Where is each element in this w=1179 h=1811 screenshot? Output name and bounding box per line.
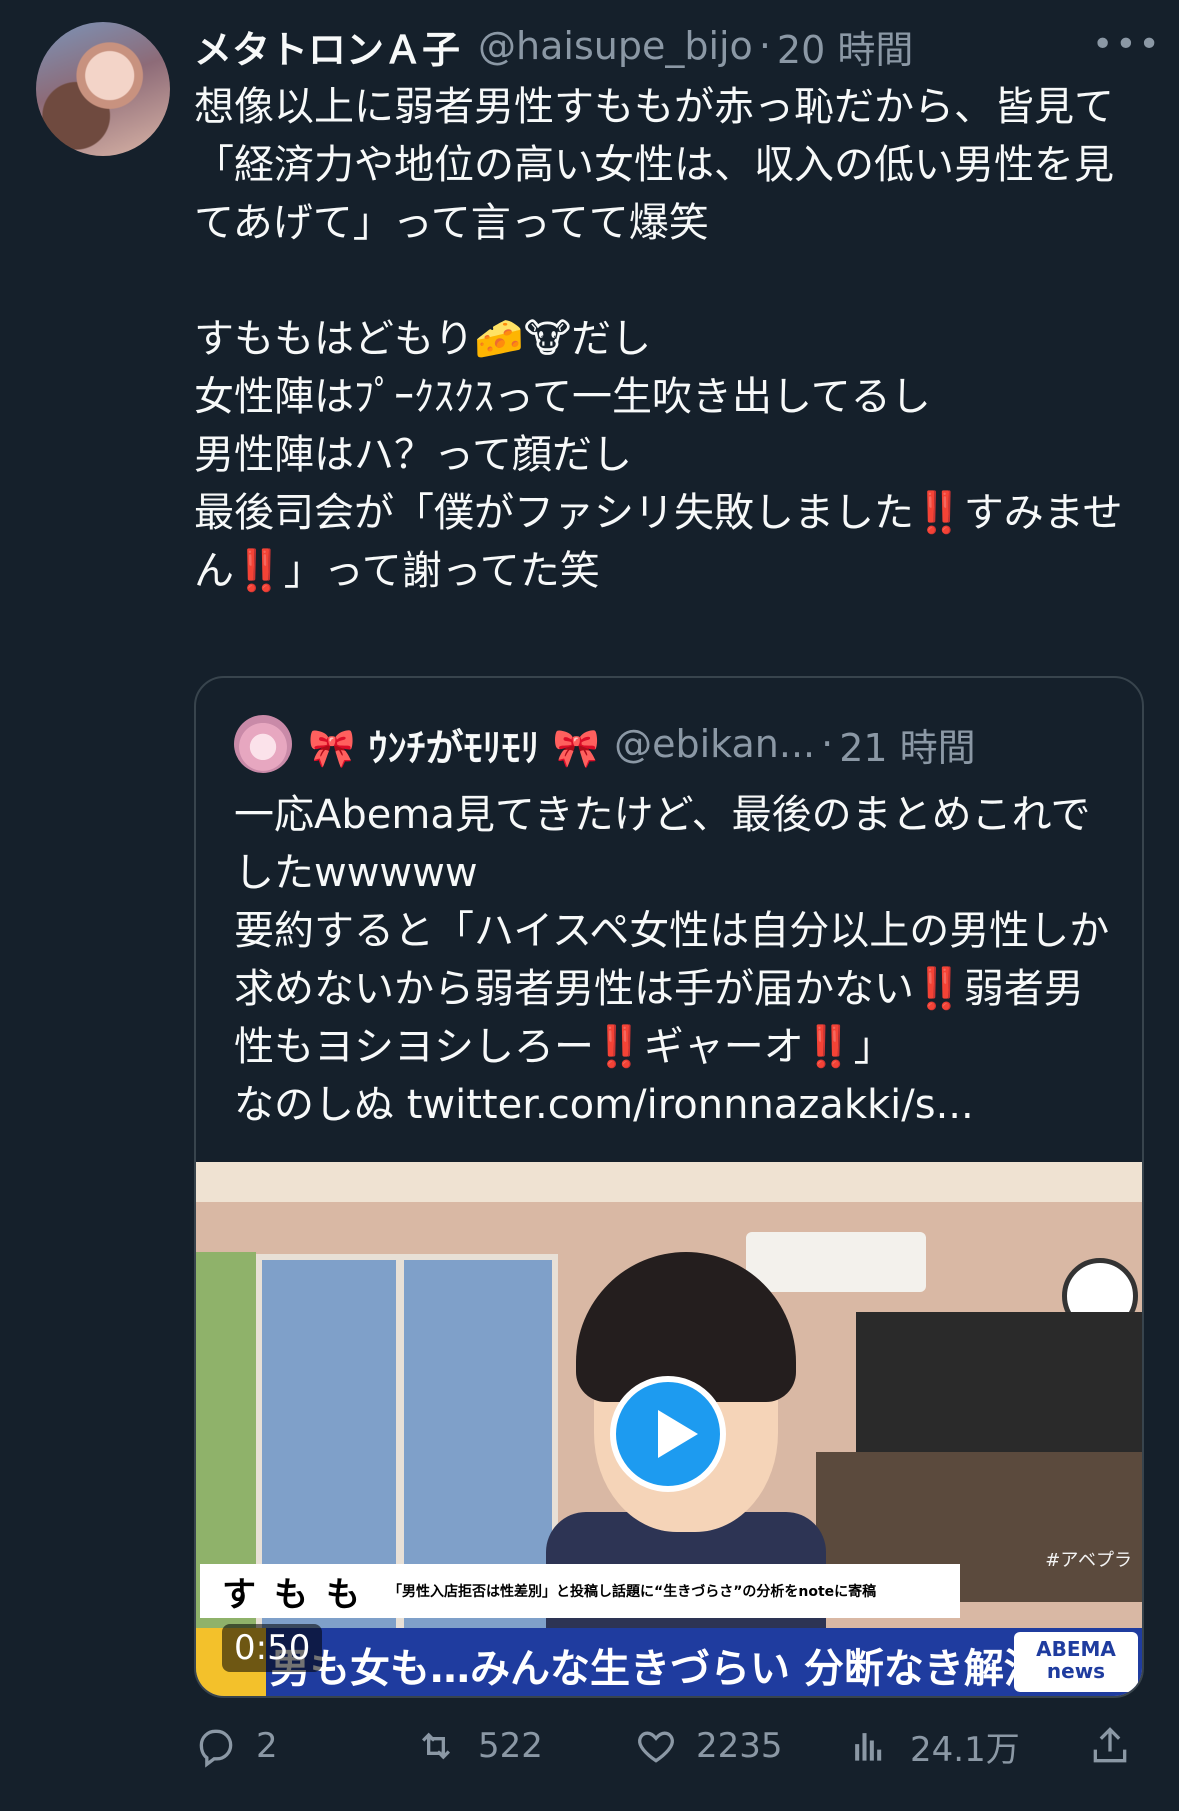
retweet-button[interactable]: 522 [412,1716,543,1776]
reply-icon [199,1729,233,1768]
ceiling [196,1162,1142,1202]
retweet-icon [421,1732,451,1760]
views-icon [855,1733,882,1761]
banner-text: 男も女も…みんな生きづらい 分断なき解消法 [270,1646,1084,1692]
share-icon [1093,1727,1127,1763]
quoted-tweet[interactable]: 🎀 ｳﾝﾁがﾓﾘﾓﾘ 🎀 @ebikan... · 21 時間 一応Abema見… [194,676,1144,1698]
quoted-author-avatar[interactable] [234,715,292,773]
tweet-header: メタトロンＡ子 @haisupe_bijo · 20 時間 [194,18,1159,74]
video-caption-bar: すもも 「男性入店拒否は性差別」と投稿し話題に“生きづらさ”の分析をnoteに寄… [200,1564,960,1618]
more-icon[interactable]: ••• [1092,24,1179,65]
views-count: 24.1万 [910,1729,1020,1770]
video-duration: 0:50 [222,1624,323,1672]
reply-count: 2 [256,1726,278,1766]
retweet-count: 522 [478,1726,543,1766]
video-bottom-banner: 男も女も…みんな生きづらい 分断なき解消法 ABEMA news [196,1628,1142,1696]
quoted-tweet-text: 一応Abema見てきたけど、最後のまとめこれでしたwwwww 要約すると「ハイス… [234,792,1110,1128]
quoted-tweet-time: 21 時間 [839,725,976,770]
tweet-time[interactable]: 20 時間 [777,19,913,74]
quoted-header-separator: · [821,722,834,766]
quoted-author-display-name: 🎀 ｳﾝﾁがﾓﾘﾓﾘ 🎀 [308,725,601,770]
hashtag-watermark: #アベプラ [1045,1550,1132,1571]
header-separator: · [758,24,771,68]
caption-subtitle: 「男性入店拒否は性差別」と投稿し話題に“生きづらさ”の分析をnoteに寄稿 [388,1584,877,1600]
tweet-actions: 2 522 2235 24.1万 [194,1716,1140,1776]
reply-button[interactable]: 2 [194,1716,278,1776]
like-button[interactable]: 2235 [634,1716,783,1776]
abema-news-logo: ABEMA news [1014,1632,1138,1692]
author-handle[interactable]: @haisupe_bijo [478,24,753,68]
like-count: 2235 [696,1726,783,1766]
tweet-text: 想像以上に弱者男性すももが赤っ恥だから、皆見て 「経済力や地位の高い女性は、収入… [194,84,1123,594]
share-button[interactable] [1088,1716,1150,1776]
author-avatar[interactable] [36,22,170,156]
caption-name: すもも [222,1574,378,1615]
like-icon [638,1731,674,1763]
video-thumbnail[interactable]: #アベプラ すもも 「男性入店拒否は性差別」と投稿し話題に“生きづらさ”の分析を… [196,1162,1142,1696]
quoted-tweet-header: 🎀 ｳﾝﾁがﾓﾘﾓﾘ 🎀 @ebikan... · 21 時間 [234,714,976,774]
play-icon[interactable] [610,1376,726,1492]
window [256,1254,558,1686]
views-button[interactable]: 24.1万 [848,1716,1020,1776]
quoted-author-handle: @ebikan... [614,722,816,766]
author-display-name[interactable]: メタトロンＡ子 [194,19,460,74]
